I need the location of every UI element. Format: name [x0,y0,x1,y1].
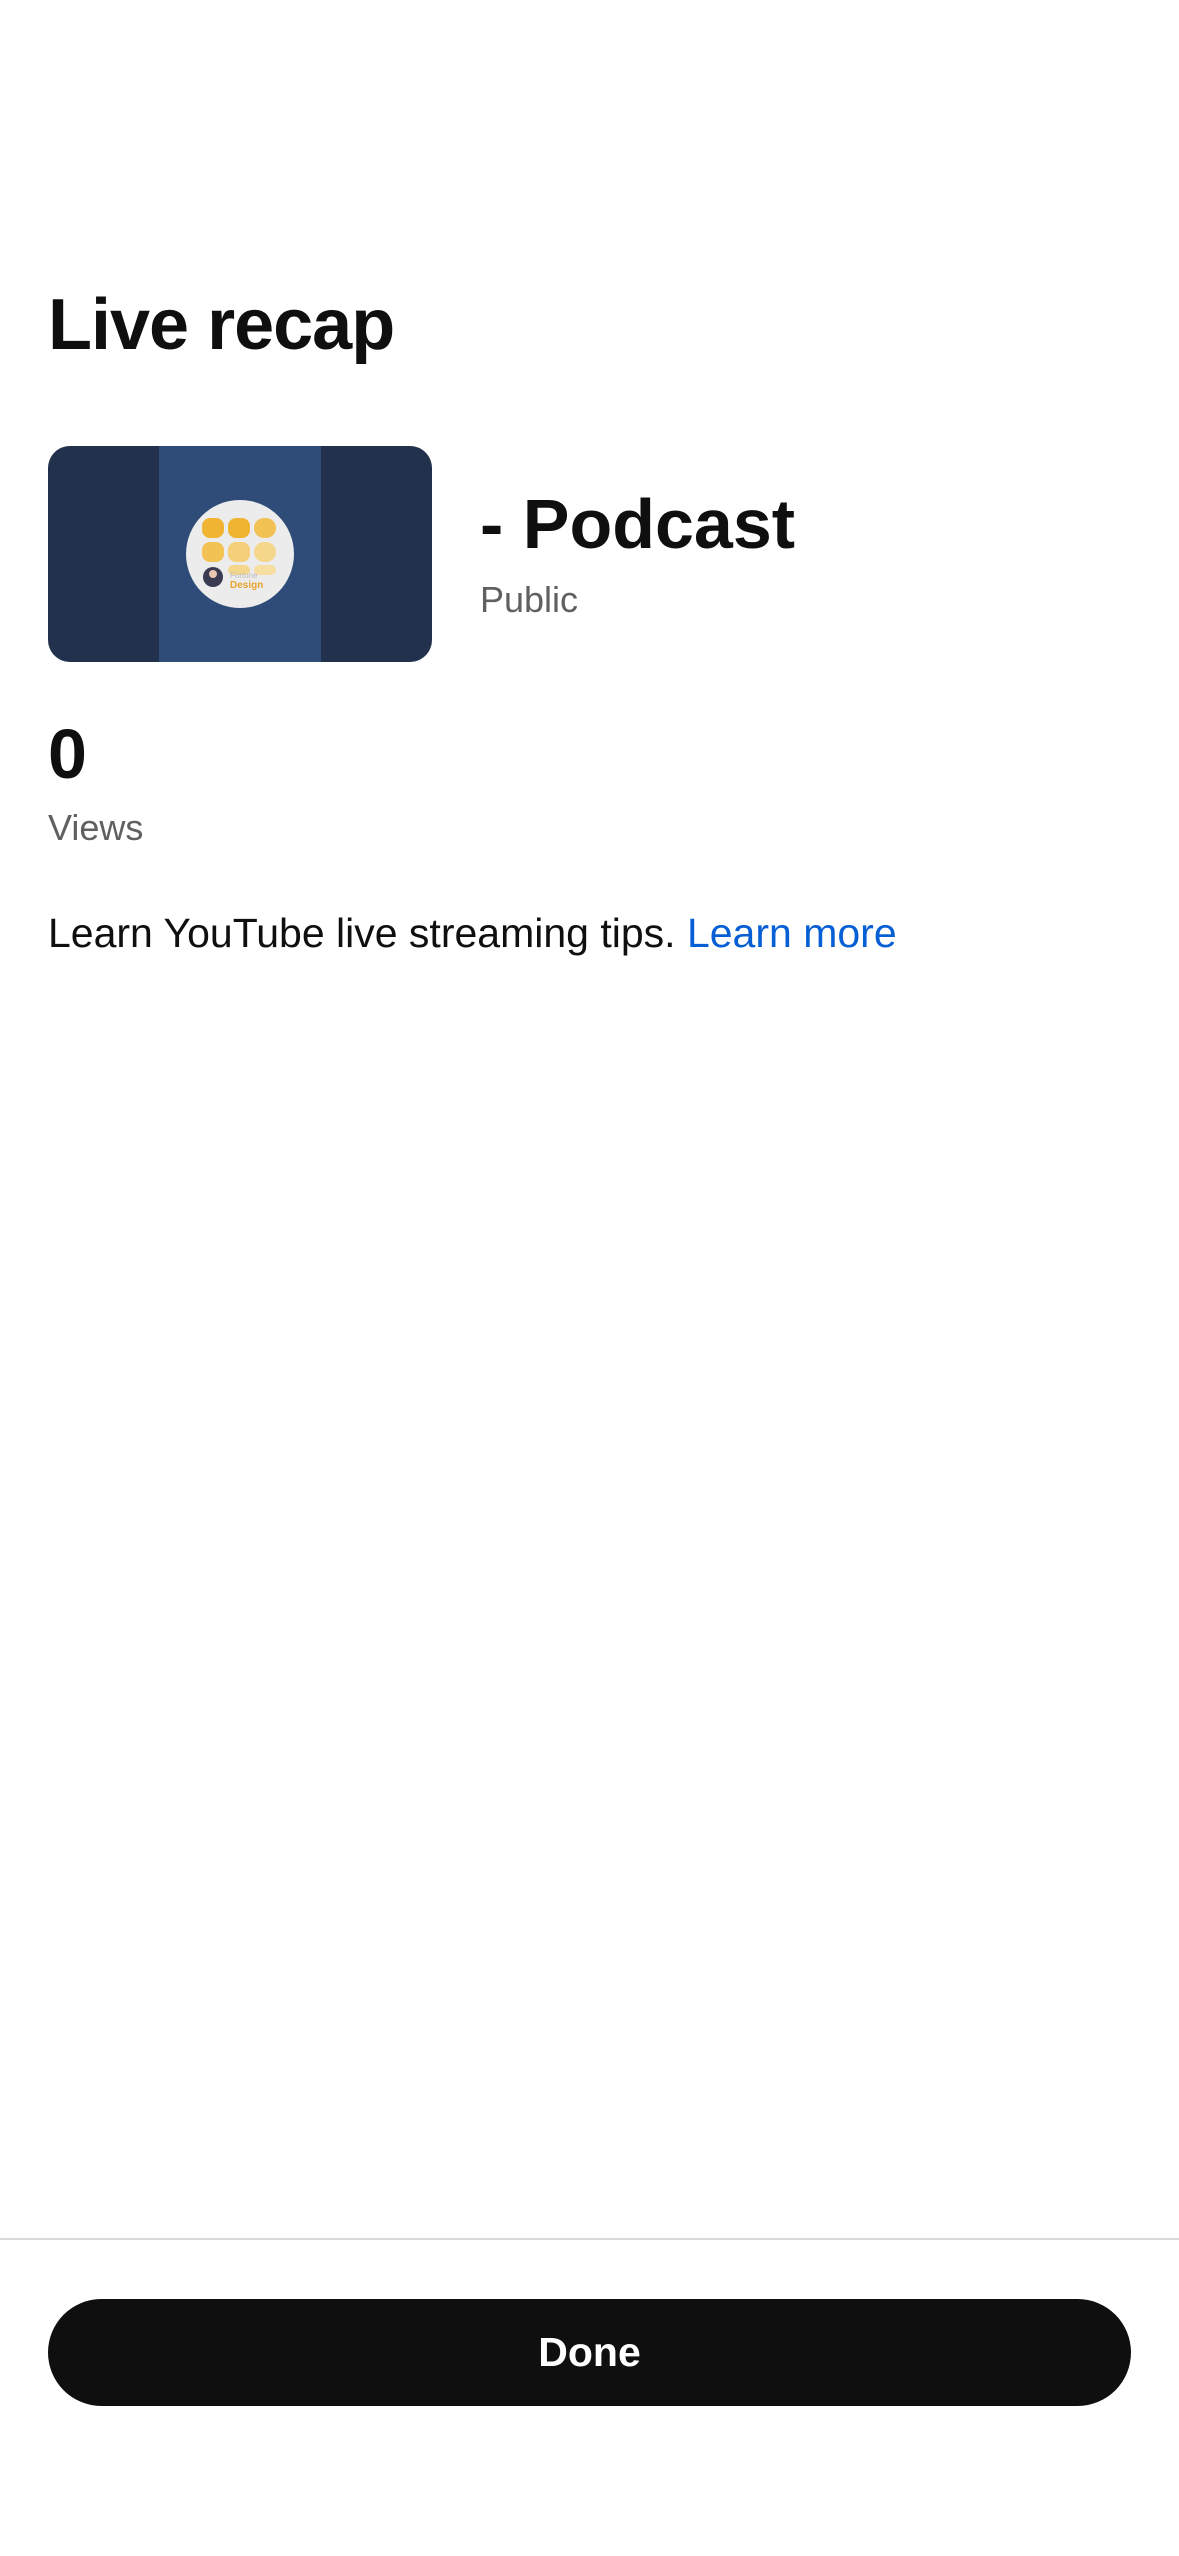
podcast-logo-icon: Fortune Design [186,500,294,608]
video-thumbnail: Fortune Design [48,446,432,662]
views-label: Views [48,807,144,848]
learn-more-link[interactable]: Learn more [687,910,897,956]
footer-divider [0,2238,1179,2240]
page-title: Live recap [48,285,395,365]
visibility-status: Public [480,579,579,620]
svg-text:Design: Design [230,580,263,591]
video-title: - Podcast [480,485,796,563]
streaming-tips-text: Learn YouTube live streaming tips. Learn… [48,908,897,958]
svg-text:Fortune: Fortune [230,571,258,580]
views-count: 0 [48,715,87,793]
tips-text: Learn YouTube live streaming tips. [48,910,676,956]
video-info: - Podcast Public [480,482,795,622]
done-button[interactable]: Done [48,2299,1131,2406]
video-recap-row: Fortune Design - Podcast Public [48,446,1131,662]
live-recap-screen: Live recap Fortune Design - Podcast Publ… [0,0,1179,2556]
